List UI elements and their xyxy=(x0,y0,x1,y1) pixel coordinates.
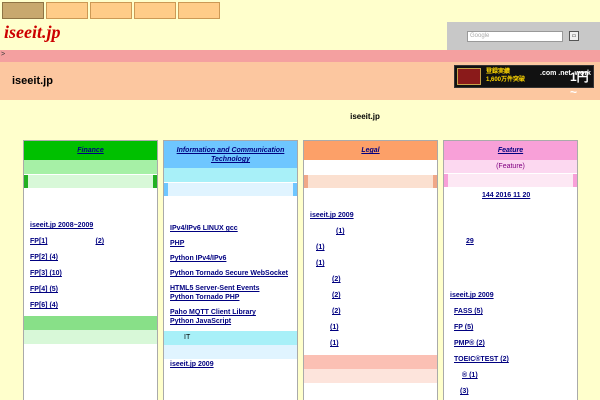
column-header[interactable]: Feature xyxy=(444,141,577,160)
list-item[interactable]: (1) xyxy=(310,324,431,332)
list-item[interactable]: (1) xyxy=(310,228,431,236)
nav-tab-1[interactable] xyxy=(2,2,44,19)
list-item[interactable]: (1) xyxy=(310,260,431,268)
list-item[interactable]: Paho MQTT Client Library xyxy=(170,309,291,317)
list-item[interactable] xyxy=(450,226,571,237)
top-bar: iseeit.jp Google ▭ xyxy=(0,0,600,50)
list-item[interactable]: (2) xyxy=(310,276,431,284)
column-separator xyxy=(164,183,297,196)
column-finance: Finance iseeit.jp 2008~2009 FP[1] (2) FP[… xyxy=(23,140,158,400)
list-item[interactable]: 29 xyxy=(450,238,571,246)
list-item[interactable]: iseeit.jp 2008~2009 xyxy=(30,222,151,230)
column-header[interactable]: Legal xyxy=(304,141,437,160)
breadcrumb-band: > xyxy=(0,50,600,62)
banner-text: 登録実績 1,600万件突破 xyxy=(486,69,526,83)
column-separator xyxy=(444,174,577,187)
list-item[interactable] xyxy=(30,375,151,386)
list-item[interactable]: ® (1) xyxy=(450,372,571,380)
column-legal: Legal iseeit.jp 2009 (1) (1) (1) (2) (2)… xyxy=(303,140,438,400)
list-item[interactable]: FP[2] (4) xyxy=(30,254,151,262)
list-item[interactable]: iseeit.jp 2009 xyxy=(170,361,291,369)
list-item[interactable]: FP (5) xyxy=(450,324,571,332)
search-input[interactable]: Google xyxy=(467,31,563,42)
list-item[interactable]: 144 2016 11 20 xyxy=(450,192,571,200)
list-item[interactable]: PHP xyxy=(170,240,291,248)
page-header: iseeit.jp 登録実績 1,600万件突破 .com .net .work… xyxy=(0,62,600,100)
column-subtitle: (Feature) xyxy=(444,160,577,173)
list-item[interactable]: IPv4/IPv6 LINUX gcc xyxy=(170,225,291,233)
list-item[interactable]: Python Tornado PHP xyxy=(170,294,291,302)
ad-banner[interactable]: 登録実績 1,600万件突破 .com .net .work 1円~ xyxy=(454,65,594,99)
list-item[interactable]: FP[1] (2) xyxy=(30,238,151,246)
breadcrumb-marker: > xyxy=(1,51,6,58)
column-header[interactable]: Information and Communication Technology xyxy=(164,141,297,168)
list-item[interactable]: Python Tornado Secure WebSocket xyxy=(170,270,291,278)
site-logo[interactable]: iseeit.jp xyxy=(4,22,61,43)
list-item[interactable]: (1) xyxy=(310,340,431,348)
column-feature: Feature (Feature) 144 2016 11 20 29 isee… xyxy=(443,140,578,400)
list-item[interactable]: (2) xyxy=(310,308,431,316)
list-item[interactable]: FASS (5) xyxy=(450,308,571,316)
list-item[interactable] xyxy=(450,201,571,212)
list-item[interactable]: iseeit.jp 2009 xyxy=(450,292,571,300)
list-item[interactable]: iseeit.jp 2009 xyxy=(310,212,431,220)
nav-tab-3[interactable] xyxy=(90,2,132,19)
list-item[interactable]: HTML5 Server-Sent Events xyxy=(170,285,291,293)
nav-tab-5[interactable] xyxy=(178,2,220,19)
search-button[interactable]: ▭ xyxy=(569,31,579,41)
list-item[interactable] xyxy=(450,273,571,284)
list-item[interactable] xyxy=(30,356,151,367)
nav-tab-2[interactable] xyxy=(46,2,88,19)
list-item[interactable] xyxy=(310,197,431,208)
list-item[interactable]: PMP® (2) xyxy=(450,340,571,348)
list-item[interactable]: (1) xyxy=(310,244,431,252)
list-item[interactable]: Python IPv4/IPv6 xyxy=(170,255,291,263)
section-band: IT xyxy=(164,331,297,345)
list-item[interactable]: Python JavaScript xyxy=(170,318,291,326)
content-title: iseeit.jp xyxy=(350,112,380,121)
page-title: iseeit.jp xyxy=(12,75,53,87)
column-separator xyxy=(304,175,437,188)
list-item[interactable]: FP[3] (10) xyxy=(30,270,151,278)
nav-tabs xyxy=(2,2,220,19)
list-item[interactable] xyxy=(30,203,151,214)
search-panel: Google ▭ xyxy=(447,22,600,50)
column-header[interactable]: Finance xyxy=(24,141,157,160)
list-item[interactable]: TOEIC®TEST (2) xyxy=(450,356,571,364)
banner-price: 1円~ xyxy=(570,70,589,99)
list-item[interactable]: FP[6] (4) xyxy=(30,302,151,310)
column-separator xyxy=(24,175,157,188)
nav-tab-4[interactable] xyxy=(134,2,176,19)
column-ict: Information and Communication Technology… xyxy=(163,140,298,400)
banner-logo-icon xyxy=(457,68,481,85)
list-item[interactable]: (3) xyxy=(450,388,571,396)
list-item[interactable] xyxy=(170,206,291,217)
list-item[interactable] xyxy=(450,254,571,265)
list-item[interactable]: FP[4] (5) xyxy=(30,286,151,294)
list-item[interactable] xyxy=(30,394,151,400)
list-item[interactable]: (2) xyxy=(310,292,431,300)
